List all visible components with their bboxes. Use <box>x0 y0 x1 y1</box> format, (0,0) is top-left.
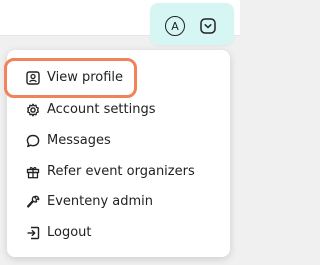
chevron-down-icon[interactable] <box>200 18 216 34</box>
account-dropdown-menu: View profile Account settings Messages R… <box>7 50 230 257</box>
gift-icon <box>26 164 40 179</box>
menu-item-label: View profile <box>47 69 124 85</box>
avatar[interactable]: A <box>165 16 185 36</box>
menu-item-label: Eventeny admin <box>47 193 154 209</box>
logout-icon <box>26 225 40 240</box>
chat-bubble-icon <box>26 133 40 148</box>
profile-card-icon <box>26 70 40 85</box>
menu-item-label: Account settings <box>47 101 156 117</box>
account-menu-toggle[interactable] <box>150 3 234 45</box>
menu-item-label: Refer event organizers <box>47 163 195 179</box>
menu-item-messages[interactable]: Messages <box>7 126 230 154</box>
menu-item-logout[interactable]: Logout <box>7 218 230 246</box>
gear-icon <box>26 102 40 117</box>
menu-item-label: Logout <box>47 224 92 240</box>
menu-item-eventeny-admin[interactable]: Eventeny admin <box>7 187 230 215</box>
menu-item-refer-event-organizers[interactable]: Refer event organizers <box>7 157 230 185</box>
menu-item-label: Messages <box>47 132 111 148</box>
menu-item-view-profile[interactable]: View profile <box>7 63 230 91</box>
menu-item-account-settings[interactable]: Account settings <box>7 95 230 123</box>
avatar-initial: A <box>171 19 179 33</box>
wrench-icon <box>26 194 40 208</box>
